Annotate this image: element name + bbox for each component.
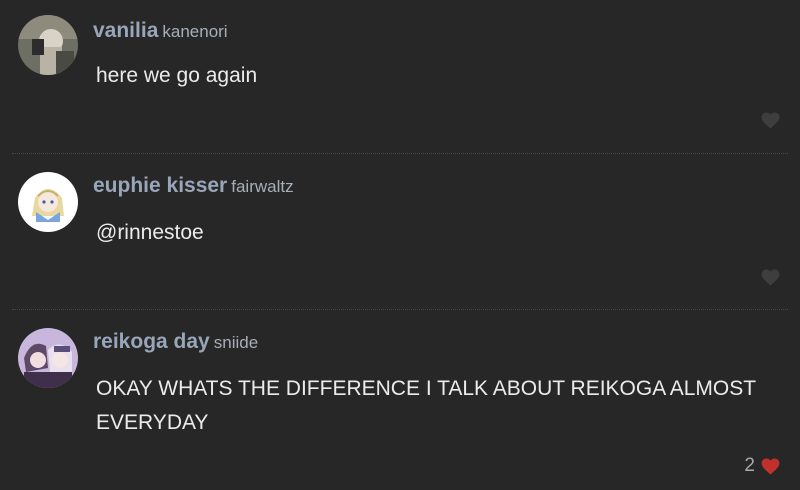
comment-author: reikoga day sniide (93, 330, 258, 354)
avatar[interactable] (18, 15, 78, 75)
comment-text: here we go again (96, 64, 258, 87)
comment-item: euphie kisser fairwaltz @rinnestoe (0, 155, 800, 305)
comment-author: euphie kisser fairwaltz (93, 174, 294, 198)
author-username[interactable]: fairwaltz (231, 177, 293, 196)
author-display-name[interactable]: vanilia (93, 19, 158, 42)
like-button[interactable] (761, 112, 780, 129)
author-display-name[interactable]: euphie kisser (93, 174, 227, 197)
divider (12, 153, 788, 154)
heart-icon (761, 457, 780, 475)
like-button[interactable] (761, 269, 780, 286)
avatar-image (18, 328, 78, 388)
heart-icon (761, 112, 780, 129)
author-username[interactable]: sniide (214, 333, 258, 352)
avatar-image (18, 172, 78, 232)
like-count: 2 (744, 455, 755, 476)
avatar[interactable] (18, 172, 78, 232)
comment-list: vanilia kanenori here we go again euphie … (0, 0, 800, 490)
comment-text: OKAY WHATS THE DIFFERENCE I TALK ABOUT R… (96, 377, 756, 434)
avatar-image (18, 15, 78, 75)
comment-text: @rinnestoe (96, 221, 204, 244)
avatar[interactable] (18, 328, 78, 388)
author-username[interactable]: kanenori (162, 22, 227, 41)
comment-item: reikoga day sniide OKAY WHATS THE DIFFERE… (0, 311, 800, 490)
like-button[interactable]: 2 (744, 455, 780, 477)
author-display-name[interactable]: reikoga day (93, 330, 210, 353)
comment-author: vanilia kanenori (93, 19, 228, 43)
comment-item: vanilia kanenori here we go again (0, 0, 800, 150)
divider (12, 309, 788, 310)
heart-icon (761, 269, 780, 286)
